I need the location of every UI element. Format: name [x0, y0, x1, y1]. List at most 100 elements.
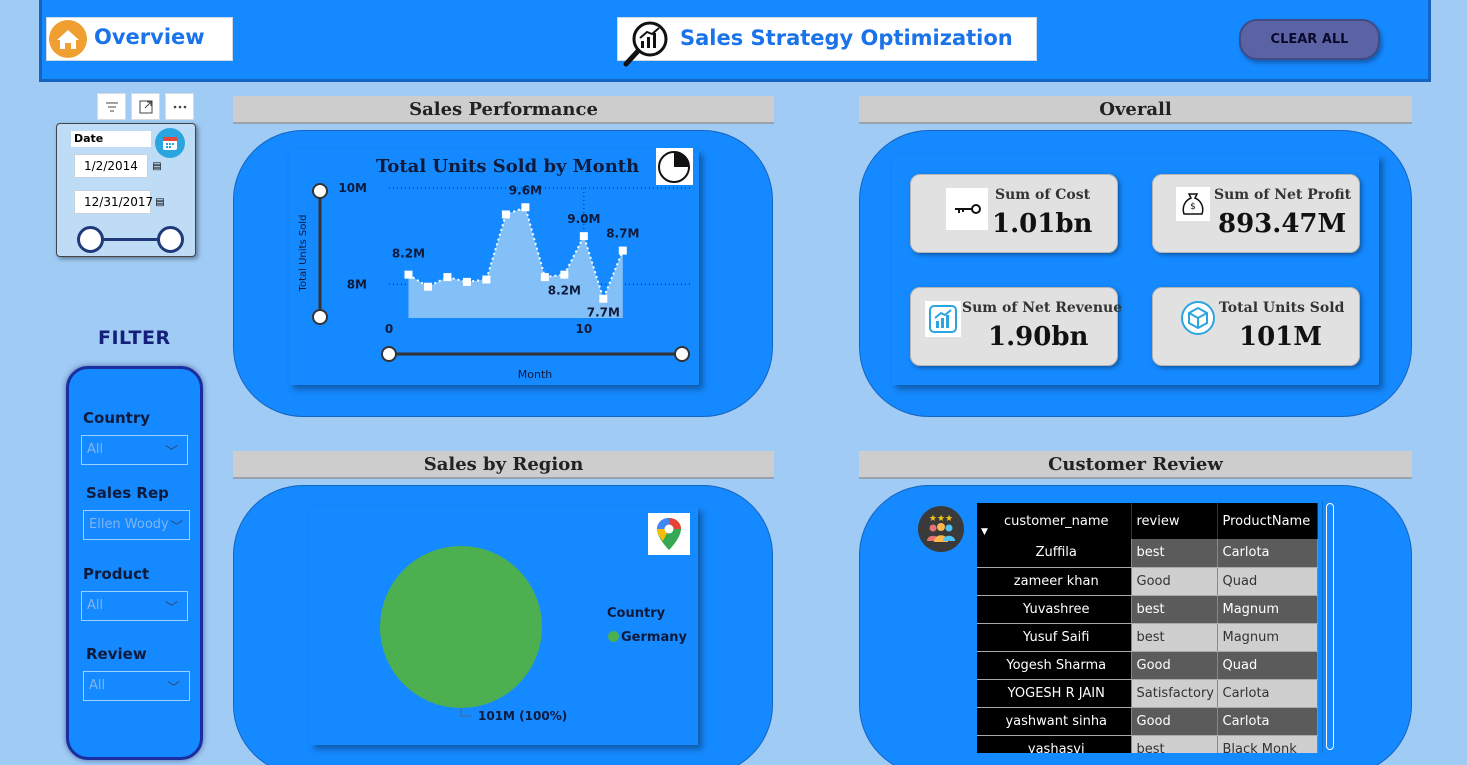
growth-chart-icon [925, 301, 961, 337]
sales-rep-label: Sales Rep [86, 484, 169, 502]
region-pie-chart: 101M (100%) [380, 546, 567, 723]
pie-leader-line [460, 708, 471, 717]
home-icon[interactable] [48, 19, 88, 59]
sales-rep-value: Ellen Woody [89, 517, 169, 532]
cell-review: Good [1131, 651, 1218, 680]
table-row[interactable]: YOGESH R JAIN Satisfactory Carlota [977, 679, 1318, 708]
cell-customer-name: yashasvi [977, 735, 1132, 753]
svg-text:★★★: ★★★ [929, 514, 953, 524]
cell-customer-name: Yuvashree [977, 595, 1132, 624]
filter-title: FILTER [98, 327, 171, 349]
money-bag-icon: $ [1176, 187, 1210, 221]
kpi-label: Total Units Sold [1219, 300, 1345, 316]
x-tick-label: 10 [575, 322, 592, 336]
end-date-input[interactable]: 12/31/2017 [74, 190, 153, 214]
cell-review: Good [1131, 567, 1218, 596]
sales-performance-header: Sales Performance [233, 96, 774, 124]
data-point [560, 270, 569, 279]
x-tick-label: 0 [385, 322, 393, 336]
x-zoom-handle[interactable] [674, 346, 690, 362]
column-header-customer-name[interactable]: customer_name ▼ [977, 503, 1132, 539]
data-label: 9.0M [567, 212, 600, 226]
date-label: Date [71, 131, 151, 147]
kpi-value: 1.01bn [992, 209, 1093, 239]
cell-product-name: Carlota [1217, 707, 1318, 736]
column-header-label: customer_name [1003, 513, 1109, 529]
cell-review: best [1131, 539, 1218, 568]
column-header-product-name[interactable]: ProductName [1217, 503, 1318, 539]
date-range-start-handle[interactable] [77, 226, 104, 253]
cell-review: best [1131, 735, 1218, 753]
x-axis-title: Month [518, 368, 553, 381]
data-point [521, 203, 530, 212]
product-label: Product [83, 565, 150, 583]
review-value: All [89, 678, 106, 693]
column-header-label: ProductName [1222, 513, 1311, 529]
date-range-end-handle[interactable] [157, 226, 184, 253]
sort-desc-icon[interactable]: ▼ [981, 527, 988, 537]
cube-icon [1180, 300, 1216, 336]
legend-item-germany[interactable]: Germany [621, 630, 687, 645]
product-value: All [87, 598, 104, 613]
data-label: 9.6M [509, 183, 542, 197]
cell-review: Good [1131, 707, 1218, 736]
cell-product-name: Magnum [1217, 623, 1318, 652]
filter-lines-icon[interactable] [97, 93, 126, 120]
table-row[interactable]: Yogesh Sharma Good Quad [977, 651, 1318, 680]
more-options-icon[interactable] [165, 93, 194, 120]
review-label: Review [86, 645, 147, 663]
kpi-value: 893.47M [1218, 209, 1347, 239]
units-line-chart: 8M 10M 0 10 8.2M 9.6M 8.2M 9.0M 7.7M 8.7M Total Un… [298, 181, 691, 381]
chevron-down-icon[interactable]: ﹀ [165, 441, 178, 460]
y-tick-label: 8M [347, 277, 367, 291]
table-row[interactable]: Yuvashree best Magnum [977, 595, 1318, 624]
cell-customer-name: yashwant sinha [977, 707, 1132, 736]
table-row[interactable]: Yusuf Saifi best Magnum [977, 623, 1318, 652]
cell-product-name: Quad [1217, 567, 1318, 596]
table-row[interactable]: yashwant sinha Good Carlota [977, 707, 1318, 736]
key-icon [946, 188, 988, 230]
x-zoom-handle[interactable] [381, 346, 397, 362]
clear-all-button[interactable]: CLEAR ALL [1239, 19, 1380, 60]
cell-customer-name: Yusuf Saifi [977, 623, 1132, 652]
cell-customer-name: Yogesh Sharma [977, 651, 1132, 680]
kpi-value: 1.90bn [988, 322, 1089, 352]
end-calendar-icon[interactable]: ▤ [152, 194, 168, 210]
pie-data-label: 101M (100%) [478, 709, 567, 723]
start-calendar-icon[interactable]: ▤ [149, 158, 165, 174]
table-row[interactable]: zameer khan Good Quad [977, 567, 1318, 596]
chevron-down-icon[interactable]: ﹀ [170, 516, 183, 535]
start-date-input[interactable]: 1/2/2014 [74, 154, 148, 178]
data-label: 7.7M [587, 306, 620, 320]
cell-product-name: Carlota [1217, 679, 1318, 708]
y-axis-title: Total Units Sold [298, 215, 309, 293]
column-header-label: review [1136, 513, 1180, 529]
country-value: All [87, 442, 104, 457]
cell-product-name: Carlota [1217, 539, 1318, 568]
country-label: Country [83, 409, 151, 427]
cell-product-name: Black Monk [1217, 735, 1318, 753]
data-label: 8.2M [392, 247, 425, 261]
chevron-down-icon[interactable]: ﹀ [167, 677, 180, 696]
table-row[interactable]: Zuffila best Carlota [977, 539, 1318, 568]
y-zoom-handle[interactable] [312, 183, 328, 199]
y-tick-label: 10M [338, 181, 367, 195]
cell-product-name: Quad [1217, 651, 1318, 680]
calendar-icon [155, 128, 185, 158]
chevron-down-icon[interactable]: ﹀ [165, 597, 178, 616]
data-point [423, 282, 432, 291]
table-scroll-thumb[interactable] [1326, 503, 1334, 750]
cell-customer-name: YOGESH R JAIN [977, 679, 1132, 708]
data-point [618, 246, 627, 255]
kpi-label: Sum of Net Revenue [962, 300, 1123, 316]
customer-review-table: customer_name ▼ review ProductName Zuffi… [977, 503, 1318, 753]
pie-slice[interactable] [380, 546, 542, 708]
y-zoom-handle[interactable] [312, 309, 328, 325]
svg-text:$: $ [1190, 202, 1196, 212]
focus-mode-icon[interactable] [131, 93, 160, 120]
column-header-review[interactable]: review [1131, 503, 1218, 539]
data-point [443, 273, 452, 282]
table-row[interactable]: yashasvi best Black Monk [977, 735, 1318, 753]
overall-header: Overall [859, 96, 1412, 124]
data-point [462, 277, 471, 286]
